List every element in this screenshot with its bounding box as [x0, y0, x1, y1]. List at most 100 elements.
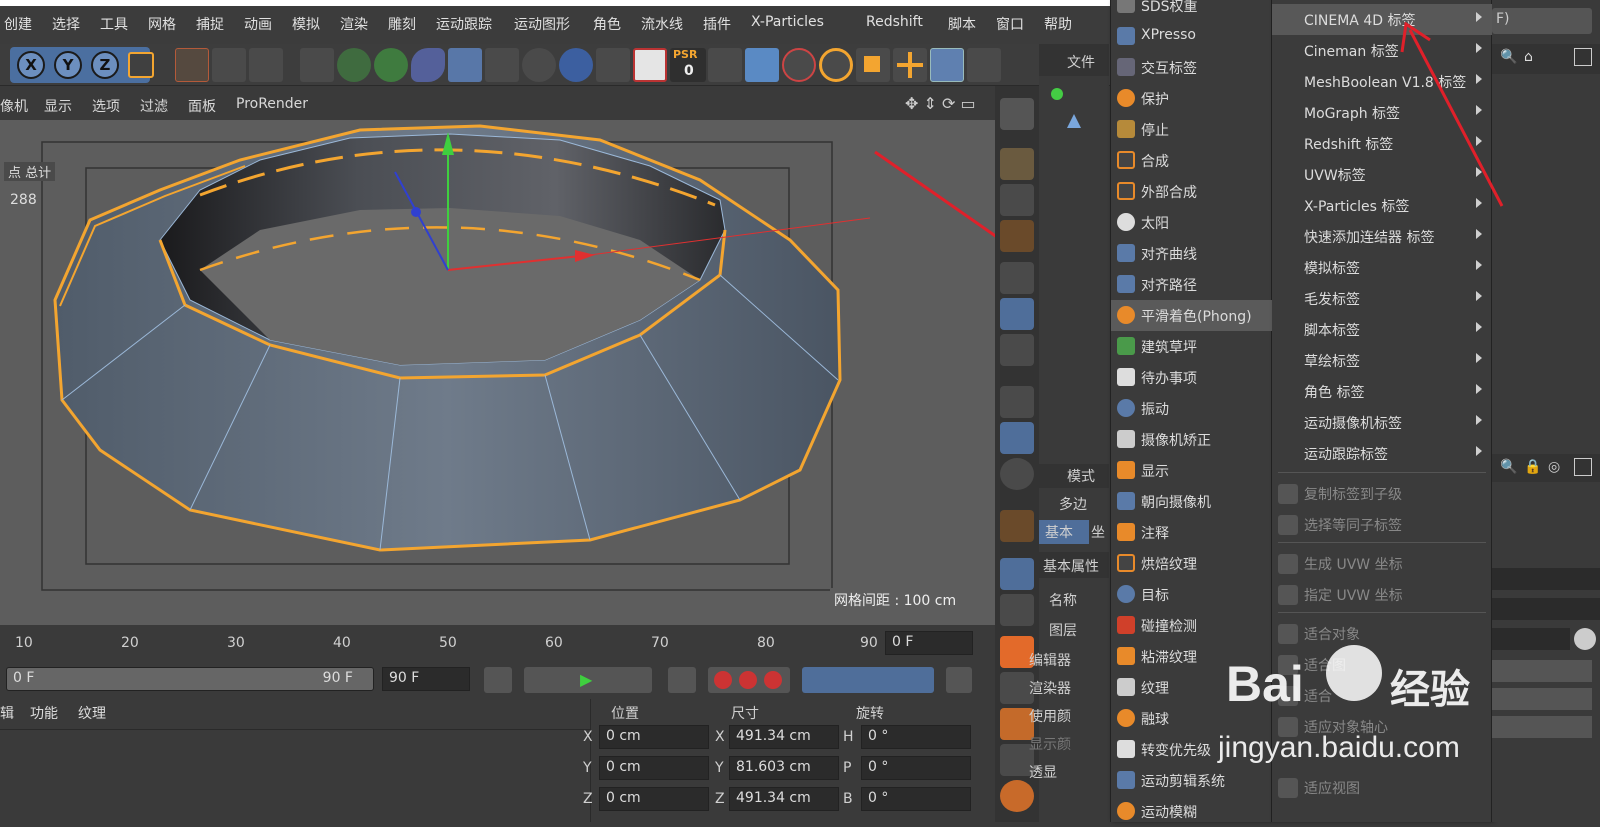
home-icon[interactable]: ⌂	[1524, 49, 1533, 65]
current-frame-field[interactable]: 0 F	[885, 631, 973, 655]
tag-menu-item-protection[interactable]: 保护	[1111, 83, 1273, 114]
keyframe-selection-icon[interactable]	[764, 671, 782, 689]
menu-mograph[interactable]: 运动图形	[514, 14, 570, 34]
material-tab-edit[interactable]: 辑	[0, 703, 14, 723]
menu-pipeline[interactable]: 流水线	[641, 14, 683, 34]
tag-menu-item-align-path[interactable]: 对齐路径	[1111, 269, 1273, 300]
rotation-b-field[interactable]: 0 °	[861, 787, 971, 811]
tag-menu-item-collision[interactable]: 碰撞检测	[1111, 610, 1273, 641]
tag-menu-item-grass[interactable]: 建筑草坪	[1111, 331, 1273, 362]
floor-icon[interactable]	[448, 48, 482, 82]
cube-generator-icon[interactable]	[337, 48, 371, 82]
size-z-field[interactable]: 491.34 cm	[729, 787, 839, 811]
submenu-item-motion-camera-tags[interactable]: 运动摄像机标签	[1272, 407, 1492, 438]
attr-new-panel-icon[interactable]	[1574, 458, 1592, 476]
play-controls-group[interactable]: ▶	[524, 667, 652, 693]
new-panel-icon[interactable]	[1574, 48, 1592, 66]
key-filter-group[interactable]	[802, 667, 934, 693]
viewport-nav-icons[interactable]: ✥ ⇕ ⟳ ▭	[905, 94, 976, 113]
go-to-end-icon[interactable]	[668, 667, 696, 693]
position-y-field[interactable]: 0 cm	[599, 756, 709, 780]
tag-menu-item-annotation[interactable]: 注释	[1111, 517, 1273, 548]
viewport-menu-camera[interactable]: 像机	[0, 96, 28, 116]
tag-menu-item-camera-calibrator[interactable]: 摄像机矫正	[1111, 424, 1273, 455]
rotation-p-field[interactable]: 0 °	[861, 756, 971, 780]
tag-menu-item-xpresso[interactable]: XPresso	[1111, 21, 1273, 52]
menu-tools[interactable]: 工具	[100, 14, 128, 34]
attr-search-icon[interactable]: 🔍	[1500, 459, 1517, 475]
rotation-h-field[interactable]: 0 °	[861, 725, 971, 749]
solo-icon[interactable]	[1000, 458, 1034, 490]
coordinate-system-icon[interactable]	[128, 52, 154, 78]
submenu-item-hair-tags[interactable]: 毛发标签	[1272, 283, 1492, 314]
menu-script[interactable]: 脚本	[948, 14, 976, 34]
tag-menu-item-align-spline[interactable]: 对齐曲线	[1111, 238, 1273, 269]
position-z-field[interactable]: 0 cm	[599, 787, 709, 811]
grid-workplane-icon[interactable]	[1000, 594, 1034, 626]
object-visibility-icon[interactable]	[1051, 88, 1063, 100]
tag-menu-item-metaball[interactable]: 融球	[1111, 703, 1273, 734]
viewport-menu-panel[interactable]: 面板	[188, 96, 216, 116]
y-axis-lock-button[interactable]: Y	[54, 51, 82, 79]
submenu-item-character-tags[interactable]: 角色 标签	[1272, 376, 1492, 407]
camera-icon[interactable]	[485, 48, 519, 82]
live-selection-icon[interactable]	[782, 48, 816, 82]
tag-menu-item-phong[interactable]: 平滑着色(Phong)	[1111, 300, 1273, 331]
menu-render[interactable]: 渲染	[340, 14, 368, 34]
material-icon[interactable]	[559, 48, 593, 82]
menu-help[interactable]: 帮助	[1044, 14, 1072, 34]
effector-icon[interactable]	[596, 48, 630, 82]
viewport-menu-filter[interactable]: 过滤	[140, 96, 168, 116]
submenu-item-select-identical-tags[interactable]: 选择等同子标签	[1272, 509, 1492, 540]
tag-menu-item-external-compositing[interactable]: 外部合成	[1111, 176, 1273, 207]
submenu-item-motion-tracking-tags[interactable]: 运动跟踪标签	[1272, 438, 1492, 469]
pen-tool-icon[interactable]	[300, 48, 334, 82]
attribute-mode-menu[interactable]: 模式	[1067, 466, 1095, 486]
tag-menu-item-sun[interactable]: 太阳	[1111, 207, 1273, 238]
tag-menu-item-vibrate[interactable]: 振动	[1111, 393, 1273, 424]
menu-select[interactable]: 选择	[52, 14, 80, 34]
tag-menu-item-todo[interactable]: 待办事项	[1111, 362, 1273, 393]
submenu-item-generate-uvw[interactable]: 生成 UVW 坐标	[1272, 548, 1492, 579]
tag-menu-item-display[interactable]: 显示	[1111, 455, 1273, 486]
menu-motion-tracking[interactable]: 运动跟踪	[436, 14, 492, 34]
tag-menu-item-motion-blur[interactable]: 运动模糊	[1111, 796, 1273, 827]
lock-workplane-icon[interactable]	[1000, 558, 1034, 590]
menu-mesh[interactable]: 网格	[148, 14, 176, 34]
submenu-item-simulation-tags[interactable]: 模拟标签	[1272, 252, 1492, 283]
use-color-dropdown[interactable]	[1492, 716, 1592, 738]
timeline-ruler[interactable]: 10 20 30 40 50 60 70 80 90 0 F	[0, 625, 995, 661]
select-tool-icon[interactable]	[930, 48, 964, 82]
submenu-item-sketch-tags[interactable]: 草绘标签	[1272, 345, 1492, 376]
record-keys-group[interactable]	[708, 667, 790, 693]
menu-redshift[interactable]: Redshift	[866, 14, 923, 30]
make-editable-icon[interactable]	[1000, 98, 1034, 130]
layer-field[interactable]	[1492, 598, 1600, 620]
tag-menu-item-stick-texture[interactable]: 粘滞纹理	[1111, 641, 1273, 672]
menu-sculpt[interactable]: 雕刻	[388, 14, 416, 34]
snap-magnet-icon[interactable]	[1000, 510, 1034, 542]
tag-menu-item-priority[interactable]: 转变优先级	[1111, 734, 1273, 765]
scale-tool-icon[interactable]	[856, 48, 890, 82]
sphere-orange-icon[interactable]	[1000, 780, 1034, 812]
gizmo-z-handle[interactable]	[411, 207, 421, 217]
polygon-object-icon[interactable]	[1067, 114, 1081, 128]
axis-mode-icon[interactable]	[1000, 386, 1034, 418]
3d-viewport[interactable]: 点 总计 288 网格间距 : 100 cm	[0, 120, 995, 625]
menu-animate[interactable]: 动画	[244, 14, 272, 34]
tab-coord[interactable]: 坐	[1091, 522, 1105, 542]
submenu-item-fit[interactable]: 适合	[1272, 680, 1492, 711]
render-settings-icon[interactable]	[249, 48, 283, 82]
workplane-icon[interactable]	[745, 48, 779, 82]
name-field[interactable]	[1492, 568, 1600, 590]
menu-create[interactable]: 创建	[4, 14, 32, 34]
submenu-item-copy-tag-to-children[interactable]: 复制标签到子级	[1272, 478, 1492, 509]
editor-visibility-dropdown[interactable]	[1492, 660, 1592, 682]
spline-icon[interactable]	[411, 48, 445, 82]
tag-menu-item-motion-clip[interactable]: 运动剪辑系统	[1111, 765, 1273, 796]
render-picture-viewer-icon[interactable]	[212, 48, 246, 82]
viewport-menu-options[interactable]: 选项	[92, 96, 120, 116]
workplane-mode-icon[interactable]	[1000, 220, 1034, 252]
size-y-field[interactable]: 81.603 cm	[729, 756, 839, 780]
tag-menu-item-target[interactable]: 目标	[1111, 579, 1273, 610]
